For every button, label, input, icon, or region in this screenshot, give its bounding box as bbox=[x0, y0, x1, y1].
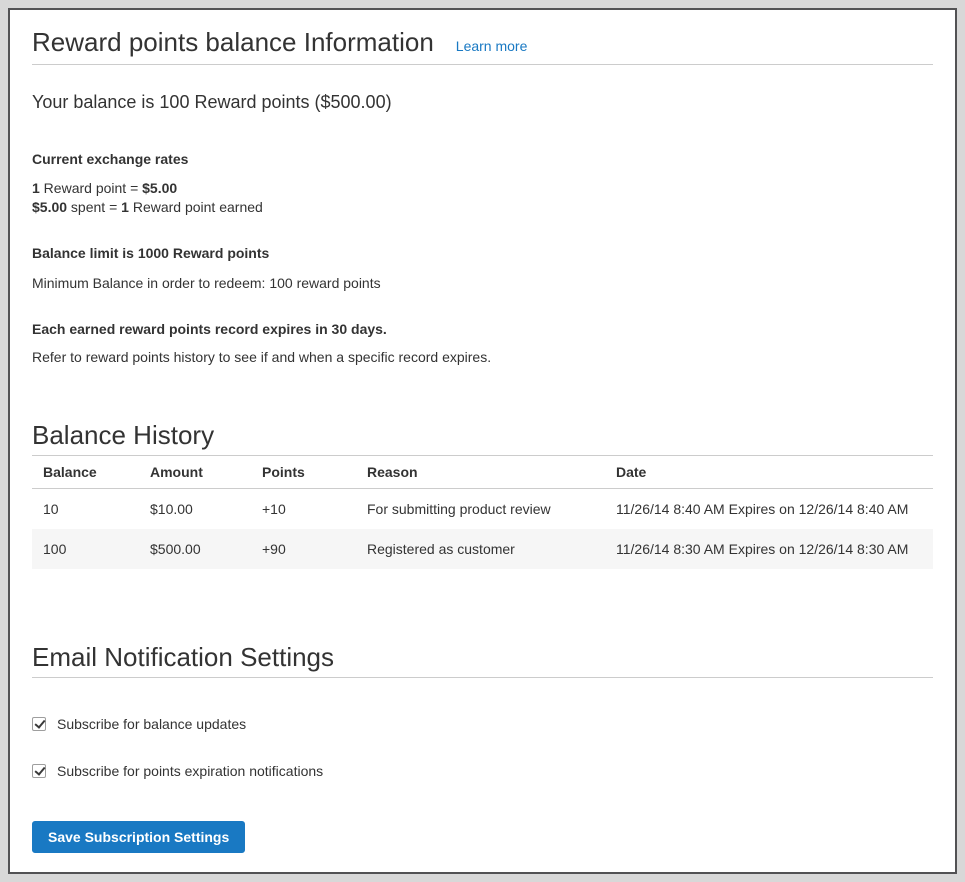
table-header-row: Balance Amount Points Reason Date bbox=[32, 456, 933, 489]
expiration-notifications-field: Subscribe for points expiration notifica… bbox=[32, 763, 933, 779]
exchange-rates-heading: Current exchange rates bbox=[32, 149, 933, 169]
cell-points: +10 bbox=[252, 489, 357, 530]
rate2-text-1: spent = bbox=[67, 199, 121, 215]
rate2-text-2: Reward point earned bbox=[129, 199, 263, 215]
rate1-text: Reward point = bbox=[40, 180, 142, 196]
cell-reason: Registered as customer bbox=[357, 529, 606, 569]
page-header: Reward points balance Information Learn … bbox=[32, 26, 933, 58]
column-header-amount: Amount bbox=[140, 456, 252, 489]
column-header-reason: Reason bbox=[357, 456, 606, 489]
cell-points: +90 bbox=[252, 529, 357, 569]
page-background: Reward points balance Information Learn … bbox=[0, 0, 965, 882]
expiration-heading: Each earned reward points record expires… bbox=[32, 319, 933, 339]
page-title: Reward points balance Information bbox=[32, 26, 434, 58]
reward-points-panel: Reward points balance Information Learn … bbox=[8, 8, 957, 874]
balance-history-title: Balance History bbox=[32, 419, 933, 451]
cell-amount: $10.00 bbox=[140, 489, 252, 530]
balance-history-table: Balance Amount Points Reason Date 10 $10… bbox=[32, 456, 933, 569]
column-header-date: Date bbox=[606, 456, 933, 489]
cell-reason: For submitting product review bbox=[357, 489, 606, 530]
balance-limit-heading: Balance limit is 1000 Reward points bbox=[32, 243, 933, 263]
minimum-balance-note: Minimum Balance in order to redeem: 100 … bbox=[32, 273, 933, 293]
rate1-bold-points: 1 bbox=[32, 180, 40, 196]
balance-updates-field: Subscribe for balance updates bbox=[32, 716, 933, 732]
rate1-bold-amount: $5.00 bbox=[142, 180, 177, 196]
expiration-note: Refer to reward points history to see if… bbox=[32, 347, 933, 367]
rate2-bold-points: 1 bbox=[121, 199, 129, 215]
cell-date: 11/26/14 8:40 AM Expires on 12/26/14 8:4… bbox=[606, 489, 933, 530]
column-header-balance: Balance bbox=[32, 456, 140, 489]
divider bbox=[32, 677, 933, 678]
learn-more-link[interactable]: Learn more bbox=[456, 38, 528, 54]
column-header-points: Points bbox=[252, 456, 357, 489]
balance-summary: Your balance is 100 Reward points ($500.… bbox=[32, 91, 933, 113]
email-settings-title: Email Notification Settings bbox=[32, 641, 933, 673]
cell-balance: 10 bbox=[32, 489, 140, 530]
cell-balance: 100 bbox=[32, 529, 140, 569]
table-row: 100 $500.00 +90 Registered as customer 1… bbox=[32, 529, 933, 569]
divider bbox=[32, 64, 933, 65]
balance-updates-checkbox[interactable] bbox=[32, 717, 46, 731]
cell-amount: $500.00 bbox=[140, 529, 252, 569]
cell-date: 11/26/14 8:30 AM Expires on 12/26/14 8:3… bbox=[606, 529, 933, 569]
expiration-notifications-label[interactable]: Subscribe for points expiration notifica… bbox=[57, 763, 323, 779]
exchange-rate-line-2: $5.00 spent = 1 Reward point earned bbox=[32, 198, 933, 217]
expiration-notifications-checkbox[interactable] bbox=[32, 764, 46, 778]
table-row: 10 $10.00 +10 For submitting product rev… bbox=[32, 489, 933, 530]
exchange-rate-line-1: 1 Reward point = $5.00 bbox=[32, 179, 933, 198]
rate2-bold-amount: $5.00 bbox=[32, 199, 67, 215]
save-subscription-button[interactable]: Save Subscription Settings bbox=[32, 821, 245, 853]
balance-updates-label[interactable]: Subscribe for balance updates bbox=[57, 716, 246, 732]
